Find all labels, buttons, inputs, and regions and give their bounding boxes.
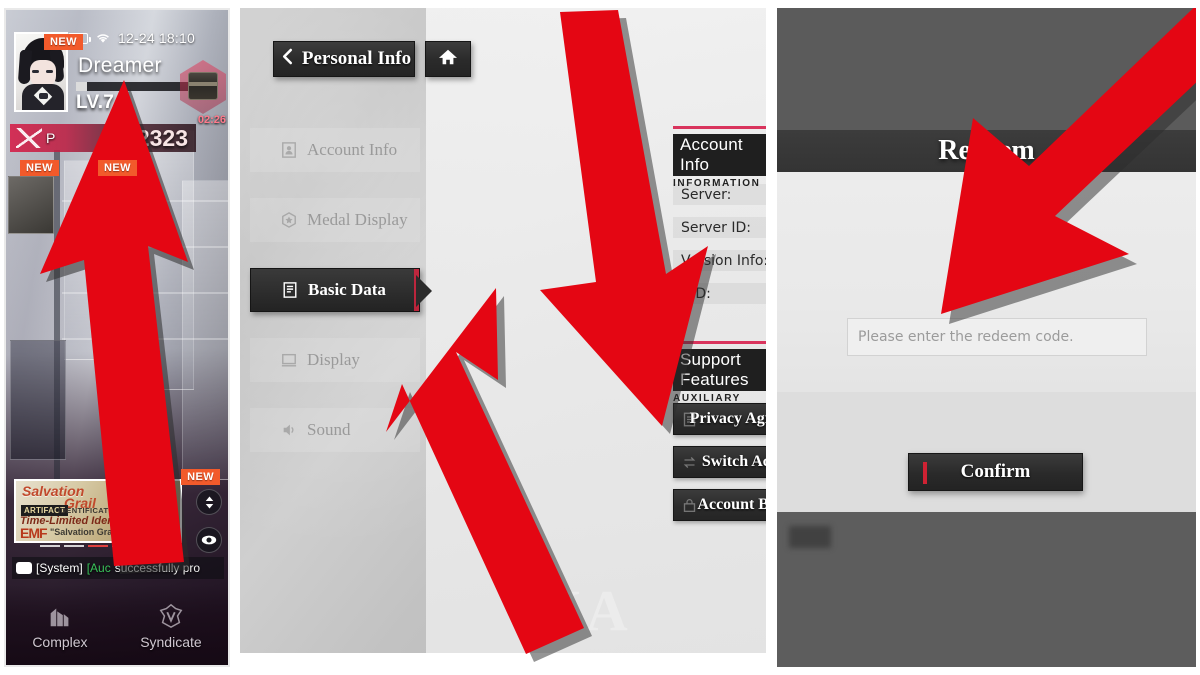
- info-label-uid: UID:: [681, 285, 711, 302]
- complex-icon: [45, 601, 75, 631]
- support-features-grid: Privacy Agreement Redeem Code Switch Acc…: [673, 403, 766, 521]
- account-binding-button[interactable]: Account Binding: [673, 489, 766, 521]
- chat-system-tag: [System]: [36, 561, 83, 575]
- banner-small-text: "Salvation Grail": [50, 527, 122, 537]
- bind-icon: [680, 496, 698, 514]
- currency-icon: [16, 128, 42, 148]
- bottom-navigation: Complex Syndicate: [6, 585, 228, 665]
- sound-icon: [280, 421, 298, 439]
- dialog-title: Redeem: [938, 135, 1035, 166]
- confirm-button-label: Confirm: [960, 461, 1031, 482]
- dialog-overlay-bottom: [777, 512, 1196, 667]
- back-button[interactable]: Personal Info: [273, 41, 415, 77]
- sidebar-label-display: Display: [307, 350, 360, 369]
- player-nickname: Dreamer: [78, 54, 162, 77]
- swap-vertical-icon[interactable]: [196, 489, 222, 515]
- bottom-nav-label-complex: Complex: [32, 633, 88, 650]
- medal-icon: [280, 211, 298, 229]
- settings-screenshot-panel: XA Personal Info Account Info Medal Disp…: [240, 8, 766, 667]
- sidebar-active-accent: [414, 269, 419, 311]
- home-icon: [438, 48, 458, 71]
- banner-pagination-dots[interactable]: [14, 544, 182, 547]
- banner-tag-2: IDENTIFICATION: [58, 506, 124, 515]
- switch-account-button[interactable]: Switch Account: [673, 446, 766, 478]
- section-header-account-info: Account Info INFORMATION: [673, 126, 766, 189]
- sidebar-item-display[interactable]: Display: [250, 338, 420, 382]
- eye-icon[interactable]: [196, 527, 222, 553]
- event-banner[interactable]: Salvation Grail ARTIFACT IDENTIFICATION …: [14, 479, 182, 543]
- info-row-server: Server:: [673, 184, 766, 205]
- settings-side-menu: Account Info Medal Display Basic Data Di…: [250, 128, 432, 478]
- bottom-nav-label-syndicate: Syndicate: [140, 633, 202, 650]
- account-info-icon: [280, 141, 298, 159]
- info-row-uid: UID:: [673, 283, 766, 304]
- sidebar-item-basic-data[interactable]: Basic Data: [250, 268, 432, 312]
- currency-value: 2323: [136, 124, 188, 151]
- wifi-icon: [95, 32, 111, 44]
- sidebar-label-basic-data: Basic Data: [308, 280, 386, 299]
- info-label-server: Server:: [681, 186, 732, 203]
- chevron-left-icon: [281, 48, 294, 70]
- confirm-accent-tick: [923, 462, 927, 484]
- sidebar-label-account-info: Account Info: [307, 140, 398, 159]
- section-rule: [673, 126, 766, 129]
- bottom-nav-item-complex[interactable]: Complex: [32, 601, 88, 650]
- chat-message: successfully pro: [114, 561, 201, 575]
- banner-big-text: EMF: [20, 525, 48, 541]
- redeem-code-input-placeholder: Please enter the redeem code.: [858, 329, 1074, 345]
- settings-content-surface: [426, 8, 766, 653]
- sidebar-item-medal-display[interactable]: Medal Display: [250, 198, 420, 242]
- chest-icon[interactable]: [188, 72, 218, 100]
- dialog-body: [777, 172, 1196, 392]
- info-label-version-info: Version Info:: [681, 252, 766, 269]
- info-row-version-info: Version Info: 2010077 s.20: [673, 250, 766, 271]
- event-new-badge-2: NEW: [98, 160, 137, 177]
- sidebar-item-account-info[interactable]: Account Info: [250, 128, 420, 172]
- status-bar-time: 12-24 18:10: [118, 30, 195, 46]
- chat-auction-tag: [Auc: [86, 561, 111, 575]
- avatar-new-badge: NEW: [44, 34, 83, 51]
- system-chat-line[interactable]: [System] [Auc successfully pro: [12, 557, 224, 579]
- syndicate-icon: [156, 601, 186, 631]
- dialog-title-bar: Redeem: [777, 130, 1196, 172]
- confirm-button[interactable]: Confirm: [908, 453, 1083, 491]
- currency-bar[interactable]: P 2323: [10, 124, 196, 152]
- section-title-account-info: Account Info: [673, 134, 766, 176]
- sidebar-label-medal-display: Medal Display: [307, 210, 408, 229]
- privacy-agreement-label: Privacy Agreement: [689, 410, 766, 427]
- privacy-agreement-button[interactable]: Privacy Agreement: [673, 403, 766, 435]
- section-rule-support: [673, 341, 766, 344]
- game-home-screenshot-panel: 12-24 18:10 NEW Dreamer LV.7 P 2323 02:2…: [4, 8, 230, 667]
- switch-icon: [680, 453, 698, 471]
- status-bar: 12-24 18:10: [68, 28, 222, 48]
- side-event-thumbnail[interactable]: [8, 176, 54, 234]
- section-title-support-features: Support Features: [673, 349, 766, 391]
- event-new-badge-1: NEW: [20, 160, 59, 177]
- info-row-server-id: Server ID:: [673, 217, 766, 238]
- bottom-nav-item-syndicate[interactable]: Syndicate: [140, 601, 202, 650]
- switch-account-label: Switch Account: [701, 453, 766, 470]
- document-icon: [680, 410, 698, 428]
- sidebar-label-sound: Sound: [307, 420, 351, 439]
- basic-data-icon: [281, 281, 299, 299]
- blurred-background-block: [789, 526, 831, 548]
- currency-label: P: [46, 130, 56, 146]
- screenshot-root: 12-24 18:10 NEW Dreamer LV.7 P 2323 02:2…: [0, 0, 1200, 675]
- account-info-rows: Server: Server ID: Version Info: 2010077…: [673, 184, 766, 316]
- side-button-new-badge: NEW: [181, 468, 220, 485]
- panel-bottom-strip: [240, 653, 766, 667]
- display-icon: [280, 351, 298, 369]
- redeem-dialog-screenshot-panel: Redeem Please enter the redeem code. Con…: [777, 8, 1196, 667]
- sidebar-item-sound[interactable]: Sound: [250, 408, 420, 452]
- account-binding-label: Account Binding: [697, 496, 766, 513]
- chat-icon: [16, 562, 32, 574]
- info-label-server-id: Server ID:: [681, 219, 751, 236]
- redeem-code-input[interactable]: Please enter the redeem code.: [847, 318, 1147, 356]
- dialog-overlay-top: [777, 8, 1196, 130]
- player-level: LV.7: [76, 92, 115, 113]
- home-button[interactable]: [425, 41, 471, 77]
- back-button-label: Personal Info: [301, 48, 412, 69]
- chest-timer: 02:26: [197, 114, 226, 126]
